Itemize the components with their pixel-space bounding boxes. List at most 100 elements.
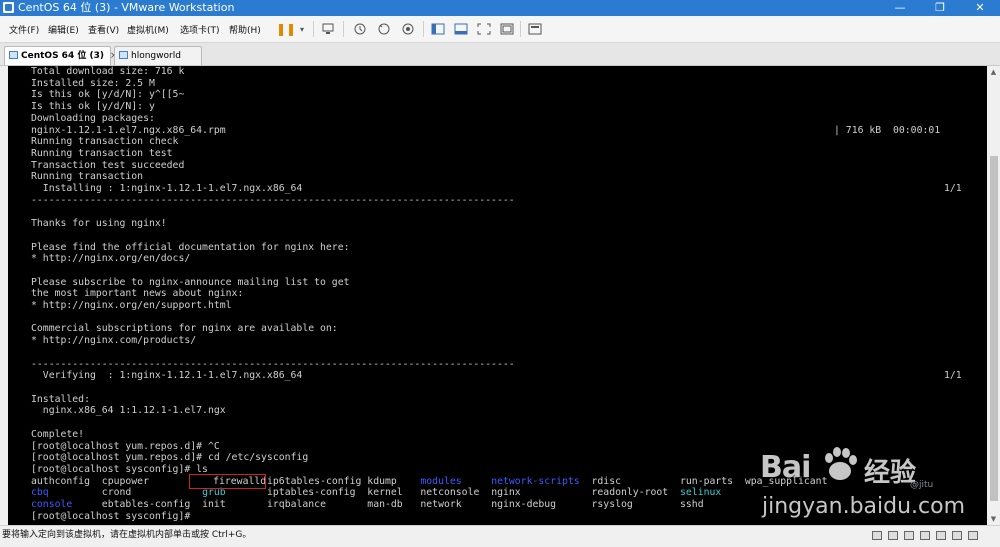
toolbar-separator	[313, 21, 314, 37]
ls-entry: cbq	[31, 487, 49, 499]
ls-entry: rsyslog	[591, 498, 633, 510]
toolbar-separator	[520, 21, 521, 37]
console-line: Is this ok [y/d/N]: y	[31, 101, 155, 113]
baidu-jingyan-watermark: Bai 经验 jingyan.baidu.com @jitu	[760, 436, 990, 531]
hard-disk-icon[interactable]	[888, 531, 898, 540]
printer-icon[interactable]	[968, 531, 978, 540]
ls-entry: network	[420, 498, 462, 510]
menu-edit[interactable]: 编辑(E)	[48, 23, 79, 36]
scroll-up-icon[interactable]: ▲	[987, 66, 1000, 78]
console-line: Transaction test succeeded	[31, 159, 185, 171]
display-icon[interactable]	[952, 531, 962, 540]
download-stats: | 716 kB 00:00:01	[834, 124, 941, 136]
ls-entry: nginx-debug	[491, 498, 557, 510]
ls-entry: nginx	[491, 487, 521, 499]
vm-tab-strip: CentOS 64 位 (3)× hlongworld	[0, 43, 1000, 66]
cd-drive-icon[interactable]	[904, 531, 914, 540]
baidu-paw-icon	[825, 447, 857, 480]
console-line: Complete!	[31, 428, 85, 440]
toolbar-separator	[343, 21, 344, 37]
revert-snapshot-icon[interactable]	[374, 19, 394, 39]
title-bar: CentOS 64 位 (3) - VMware Workstation — ❐…	[0, 0, 1000, 16]
menu-view[interactable]: 查看(V)	[88, 23, 119, 36]
send-ctrl-alt-del-icon[interactable]	[318, 19, 338, 39]
console-line: * http://nginx.com/products/	[31, 335, 197, 347]
ls-entry: netconsole	[420, 487, 480, 499]
installing-count: 1/1	[944, 183, 962, 194]
snapshot-manager-icon[interactable]	[398, 19, 418, 39]
console-line: Is this ok [y/d/N]: y^[[5~	[31, 89, 185, 101]
tab-hlongworld[interactable]: hlongworld	[114, 46, 202, 65]
tab-centos[interactable]: CentOS 64 位 (3)×	[4, 46, 118, 65]
highlight-box-firewalld	[189, 474, 266, 489]
usb-icon[interactable]	[920, 531, 930, 540]
fullscreen-icon[interactable]	[474, 19, 494, 39]
thumbnail-icon[interactable]	[525, 19, 545, 39]
console-line: * http://nginx.org/en/docs/	[31, 253, 191, 265]
ls-entry: irqbalance	[267, 498, 326, 510]
unity-icon[interactable]	[497, 19, 517, 39]
ls-entry: ip6tables-config	[267, 475, 362, 487]
menu-tabs[interactable]: 选项卡(T)	[180, 23, 220, 36]
watermark-sub: @jitu	[910, 480, 934, 490]
sidebar-icon[interactable]	[428, 19, 448, 39]
ls-entry: cpupower	[101, 475, 149, 487]
console-line: nginx-1.12.1-1.el7.ngx.x86_64.rpm	[31, 124, 226, 136]
minimize-button[interactable]: —	[880, 0, 920, 16]
menu-file[interactable]: 文件(F)	[9, 23, 39, 36]
menu-vm[interactable]: 虚拟机(M)	[127, 23, 169, 36]
console-line: ----------------------------------------…	[31, 194, 515, 206]
close-button[interactable]: ✕	[960, 0, 1000, 16]
tab-label: hlongworld	[131, 51, 181, 61]
ls-entry: ebtables-config	[101, 498, 191, 510]
menu-bar: 文件(F) 编辑(E) 查看(V) 虚拟机(M) 选项卡(T) 帮助(H) ❚❚…	[0, 16, 1000, 43]
menu-help[interactable]: 帮助(H)	[229, 23, 261, 36]
ls-entry: init	[202, 498, 226, 510]
ls-entry: run-parts	[680, 475, 734, 487]
ls-entry: crond	[101, 487, 132, 499]
ls-entry: kernel	[367, 487, 403, 499]
watermark-brand: Bai	[760, 450, 811, 485]
console-line: Please find the official documentation f…	[31, 241, 350, 253]
console-line: Running transaction	[31, 171, 144, 183]
console-line: Running transaction check	[31, 136, 179, 148]
console-line: ----------------------------------------…	[31, 358, 515, 370]
chevron-down-icon[interactable]: ▾	[292, 19, 312, 39]
snapshot-icon[interactable]	[350, 19, 370, 39]
vm-icon	[9, 51, 18, 59]
console-line: Please subscribe to nginx-announce maili…	[31, 276, 350, 288]
window-title: CentOS 64 位 (3) - VMware Workstation	[18, 1, 235, 14]
maximize-button[interactable]: ❐	[920, 0, 960, 16]
network-icon[interactable]	[872, 531, 882, 540]
ls-entry: man-db	[367, 498, 403, 510]
console-line: Running transaction test	[31, 147, 173, 159]
console-line: Verifying : 1:nginx-1.12.1-1.el7.ngx.x86…	[31, 370, 303, 382]
tab-label: CentOS 64 位 (3)	[21, 51, 104, 61]
toolbar-separator	[423, 21, 424, 37]
console-line: * http://nginx.org/en/support.html	[31, 300, 232, 312]
console-line: Installed:	[31, 393, 90, 405]
console-view-icon[interactable]	[451, 19, 471, 39]
console-line: Total download size: 716 k	[31, 66, 185, 77]
ls-entry: authconfig	[31, 475, 90, 487]
console-line: Installed size: 2.5 M	[31, 77, 155, 89]
ls-entry: modules	[420, 475, 462, 487]
console-output: Total download size: 716 k Installed siz…	[31, 66, 515, 476]
vm-icon	[119, 51, 128, 59]
console-line: Installing : 1:nginx-1.12.1-1.el7.ngx.x8…	[31, 183, 303, 195]
scrollbar-thumb[interactable]	[990, 156, 998, 501]
console-line: the most important news about nginx:	[31, 288, 244, 300]
ls-entry: selinux	[680, 487, 722, 499]
sound-icon[interactable]	[936, 531, 946, 540]
console-line: [root@localhost yum.repos.d]# ^C	[31, 440, 220, 452]
console-line: Downloading packages:	[31, 112, 155, 124]
watermark-url: jingyan.baidu.com	[762, 494, 966, 519]
vmware-app-icon	[3, 2, 14, 13]
shell-prompt: [root@localhost sysconfig]#	[31, 510, 197, 522]
ls-entry: console	[31, 498, 73, 510]
status-message: 要将输入定向到该虚拟机，请在虚拟机内部单击或按 Ctrl+G。	[2, 530, 252, 540]
console-line: Commercial subscriptions for nginx are a…	[31, 323, 338, 335]
console-line: [root@localhost yum.repos.d]# cd /etc/sy…	[31, 452, 309, 464]
watermark-brand-cn: 经验	[864, 458, 917, 488]
console-line: nginx.x86_64 1:1.12.1-1.el7.ngx	[31, 405, 226, 417]
